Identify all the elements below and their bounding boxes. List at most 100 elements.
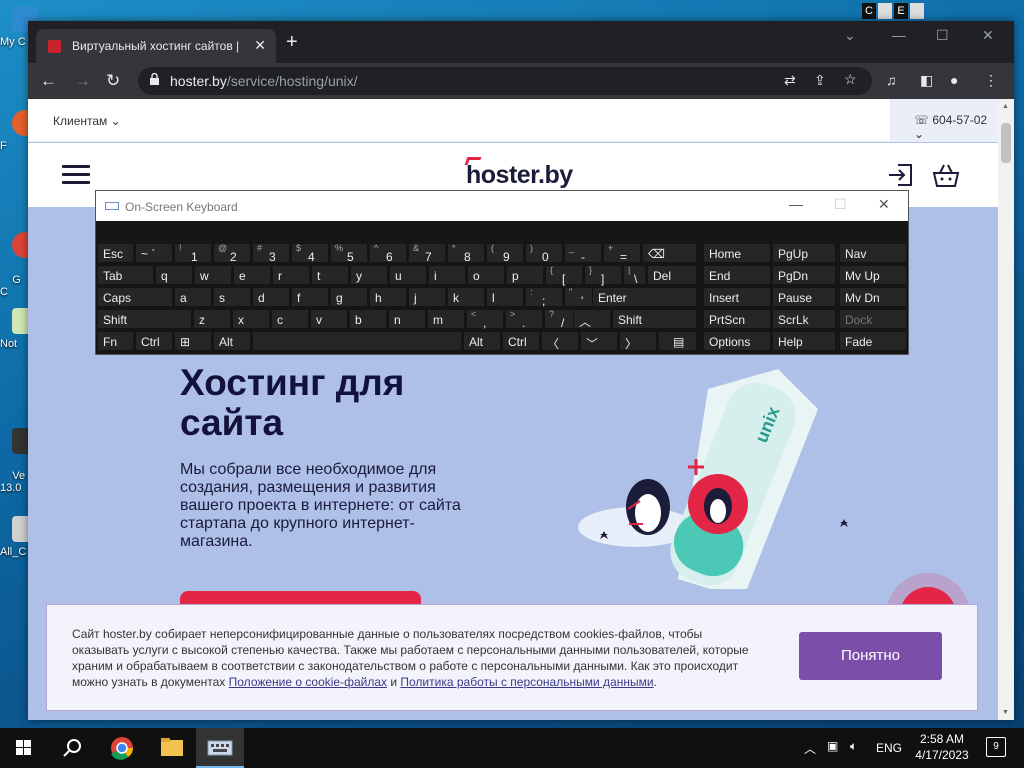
key-t[interactable]: t <box>311 265 349 285</box>
site-logo[interactable]: hoster.by <box>464 157 573 190</box>
key-nav[interactable]: Nav <box>839 243 907 263</box>
key-shift-right[interactable]: Shift <box>612 309 697 329</box>
key-s[interactable]: s <box>213 287 251 307</box>
desktop-icon-all-c[interactable]: All_C <box>0 516 38 558</box>
key-5[interactable]: % 5 <box>330 243 368 264</box>
key-pgup[interactable]: PgUp <box>772 243 836 263</box>
key-ctrl-left[interactable]: Ctrl <box>135 331 173 351</box>
forward-button[interactable]: → <box>74 71 91 91</box>
notifications-icon[interactable]: 9 <box>986 737 1006 757</box>
key-arrow-up[interactable]: ︿ <box>573 309 611 329</box>
hamburger-menu-icon[interactable] <box>62 165 90 185</box>
privacy-policy-link[interactable]: Политика работы с персональными данными <box>400 675 653 689</box>
key-period[interactable]: >. <box>505 309 543 330</box>
accept-cookies-button[interactable]: Понятно <box>799 632 942 680</box>
key-enter[interactable]: Enter <box>592 287 697 307</box>
close-window-button[interactable]: ✕ <box>982 27 994 44</box>
desktop-icon-chrome[interactable]: G C <box>0 208 38 310</box>
key-l[interactable]: l <box>486 287 524 307</box>
desktop-icon-my-computer[interactable]: My C <box>0 6 38 48</box>
bookmark-star-icon[interactable]: ☆ <box>844 71 857 88</box>
osk-minimize-button[interactable]: — <box>789 196 803 212</box>
page-scrollbar[interactable]: ▲ ▼ <box>998 99 1014 720</box>
scrollbar-thumb[interactable] <box>1001 123 1011 163</box>
share-icon[interactable]: ⇪ <box>814 72 826 89</box>
key-k[interactable]: k <box>447 287 485 307</box>
key-comma[interactable]: <, <box>466 309 504 330</box>
key-home[interactable]: Home <box>703 243 771 263</box>
key-0[interactable]: ) 0 <box>525 243 563 264</box>
key-backspace[interactable]: ⌫ <box>642 243 697 263</box>
key-o[interactable]: o <box>467 265 505 285</box>
profile-icon[interactable]: ● <box>950 72 958 88</box>
key-del[interactable]: Del <box>647 265 697 285</box>
key-x[interactable]: x <box>232 309 270 329</box>
cookie-policy-link[interactable]: Положение о cookie-файлах <box>229 675 387 689</box>
clock[interactable]: 2:58 AM 4/17/2023 <box>912 731 972 763</box>
key-pause[interactable]: Pause <box>772 287 836 307</box>
key-c[interactable]: c <box>271 309 309 329</box>
clients-menu[interactable]: Клиентам ⌄ <box>53 114 121 128</box>
key-grave[interactable]: ~ ` <box>135 243 173 263</box>
volume-icon[interactable]: 🔈︎ <box>850 739 857 754</box>
back-button[interactable]: ← <box>40 71 57 91</box>
key-ctrl-right[interactable]: Ctrl <box>502 331 540 351</box>
key-arrow-down[interactable]: ﹀ <box>580 331 618 351</box>
key-arrow-left[interactable]: 〈 <box>541 331 579 351</box>
key-backslash[interactable]: | \ <box>623 265 646 286</box>
menu-icon[interactable]: ⋮ <box>984 72 998 89</box>
scroll-up-arrow-icon[interactable]: ▲ <box>1002 103 1009 110</box>
taskbar-osk[interactable] <box>196 728 244 768</box>
media-icon[interactable]: ♫ <box>886 72 897 88</box>
reload-button[interactable]: ↻ <box>106 71 120 91</box>
key-a[interactable]: a <box>174 287 212 307</box>
tab-close-icon[interactable]: ✕ <box>254 37 266 54</box>
key-b[interactable]: b <box>349 309 387 329</box>
phone-box[interactable]: ☏ 604-57-02 ⌄ <box>890 99 998 142</box>
key-tab[interactable]: Tab <box>97 265 154 285</box>
key-y[interactable]: y <box>350 265 388 285</box>
key-q[interactable]: q <box>155 265 193 285</box>
key-fade[interactable]: Fade <box>839 331 907 351</box>
key-1[interactable]: ! 1 <box>174 243 212 264</box>
key-h[interactable]: h <box>369 287 407 307</box>
desktop-icon-firefox[interactable]: F <box>0 110 38 152</box>
key-r[interactable]: r <box>272 265 310 285</box>
key-4[interactable]: $4 <box>291 243 329 264</box>
key-v[interactable]: v <box>310 309 348 329</box>
scroll-down-arrow-icon[interactable]: ▼ <box>1002 709 1009 716</box>
login-icon[interactable] <box>888 163 914 187</box>
key-left-bracket[interactable]: {[ <box>545 265 583 286</box>
key-dock[interactable]: Dock <box>839 309 907 329</box>
key-p[interactable]: p <box>506 265 544 285</box>
key-caps[interactable]: Caps <box>97 287 173 307</box>
key-j[interactable]: j <box>408 287 446 307</box>
address-bar[interactable]: hoster.by/service/hosting/unix/ ⇄ ⇪ ☆ <box>138 67 872 95</box>
key-fn[interactable]: Fn <box>97 331 134 351</box>
osk-titlebar[interactable]: On-Screen Keyboard — ☐ ✕ <box>96 191 908 221</box>
key-u[interactable]: u <box>389 265 427 285</box>
key-end[interactable]: End <box>703 265 771 285</box>
key-2[interactable]: @2 <box>213 243 251 264</box>
side-panel-icon[interactable]: ◧ <box>920 72 933 89</box>
osk-maximize-button[interactable]: ☐ <box>834 196 847 213</box>
key-mv-up[interactable]: Mv Up <box>839 265 907 285</box>
taskbar-file-explorer[interactable] <box>148 728 196 768</box>
key-m[interactable]: m <box>427 309 465 329</box>
cart-icon[interactable] <box>932 163 960 189</box>
key-alt-left[interactable]: Alt <box>213 331 251 351</box>
key-space[interactable] <box>252 331 462 351</box>
key-mv-dn[interactable]: Mv Dn <box>839 287 907 307</box>
show-hidden-icons-icon[interactable]: ︿ <box>804 740 816 757</box>
key-scrlk[interactable]: ScrLk <box>772 309 836 329</box>
key-e[interactable]: e <box>233 265 271 285</box>
search-button[interactable] <box>48 728 96 768</box>
translate-icon[interactable]: ⇄ <box>784 72 796 89</box>
key-menu[interactable]: ▤ <box>658 331 697 351</box>
osk-close-button[interactable]: ✕ <box>878 196 890 213</box>
key-z[interactable]: z <box>193 309 231 329</box>
language-indicator[interactable]: ENG <box>876 741 902 755</box>
start-button[interactable] <box>0 728 48 768</box>
key-6[interactable]: ^ 6 <box>369 243 407 264</box>
key-arrow-right[interactable]: 〉 <box>619 331 657 351</box>
